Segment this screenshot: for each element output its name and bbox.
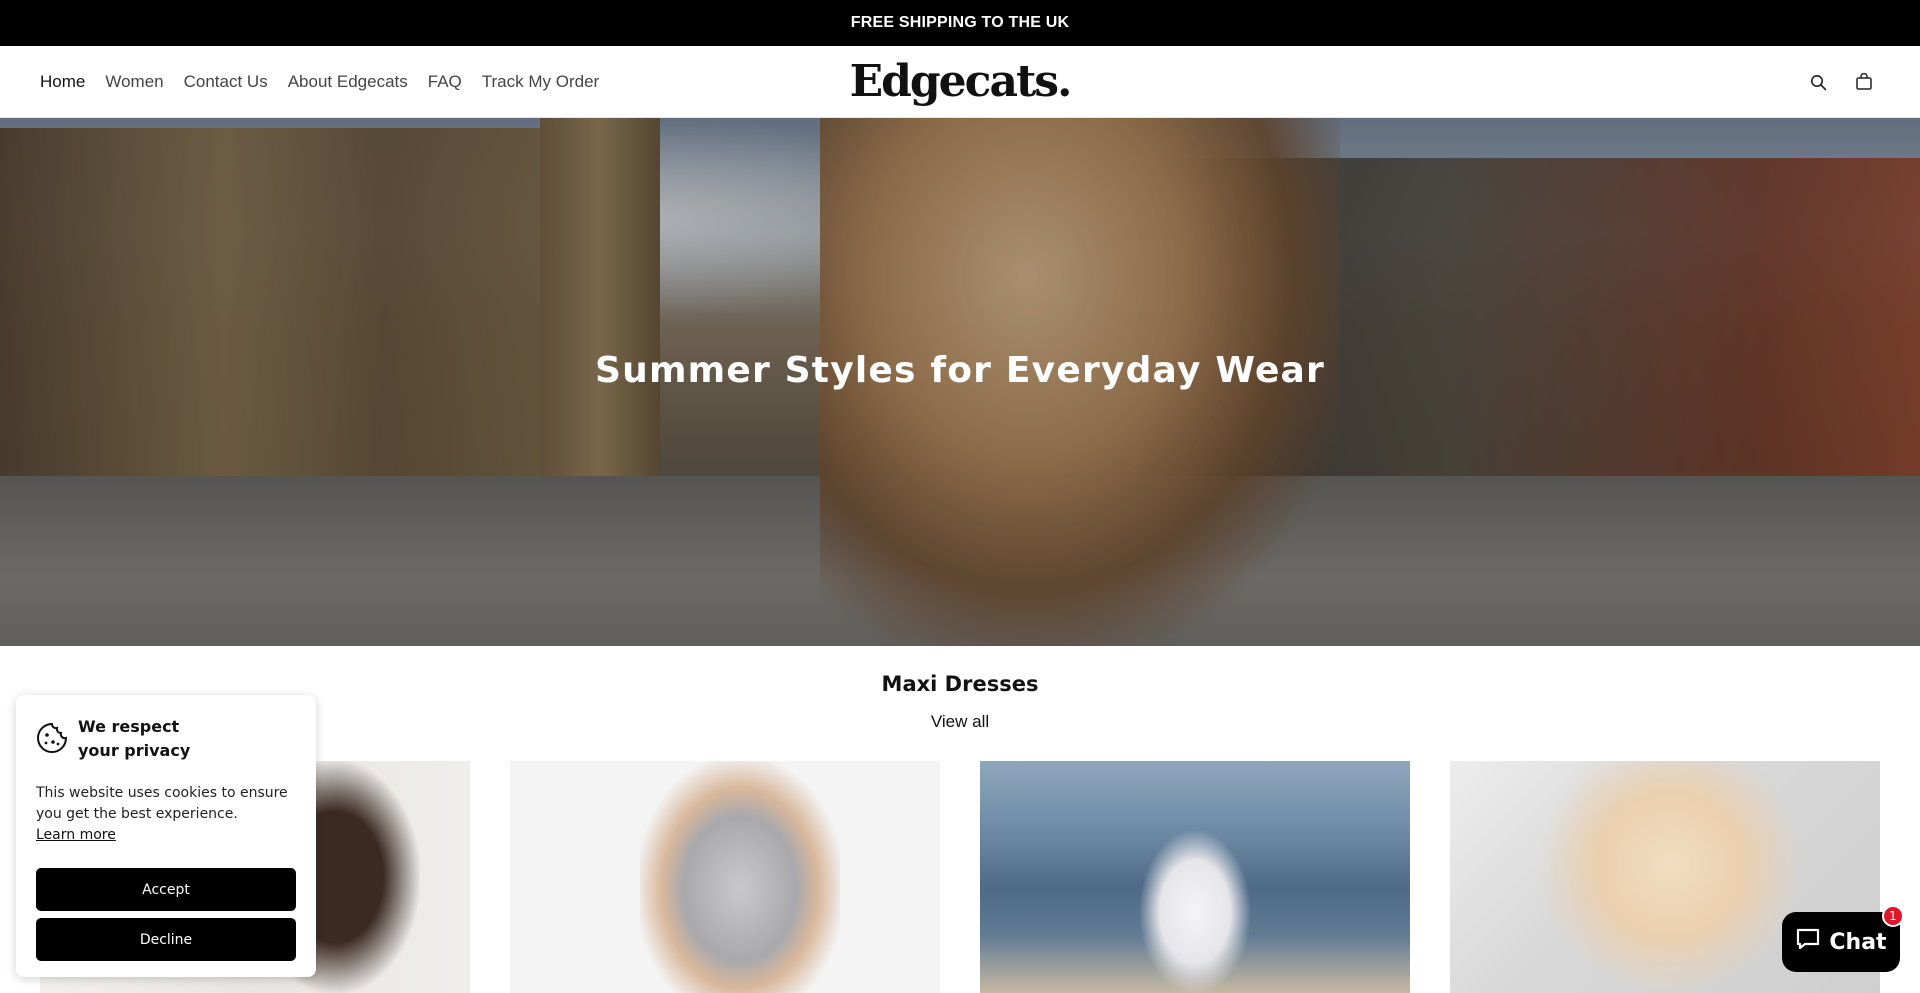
product-image[interactable] bbox=[980, 761, 1410, 993]
cookie-icon bbox=[36, 722, 68, 754]
cookie-banner: We respect your privacy This website use… bbox=[16, 695, 316, 977]
product-card[interactable] bbox=[980, 761, 1410, 993]
chat-notification-badge: 1 bbox=[1882, 905, 1904, 927]
accept-button[interactable]: Accept bbox=[36, 868, 296, 911]
cookie-header: We respect your privacy bbox=[36, 715, 296, 763]
hero-title: Summer Styles for Everyday Wear bbox=[594, 350, 1326, 391]
learn-more-link[interactable]: Learn more bbox=[36, 827, 116, 843]
view-all-link[interactable]: View all bbox=[931, 712, 989, 731]
nav-women[interactable]: Women bbox=[105, 72, 163, 92]
nav-contact-us[interactable]: Contact Us bbox=[184, 72, 268, 92]
chat-icon bbox=[1795, 927, 1821, 957]
product-image[interactable] bbox=[510, 761, 940, 993]
cookie-title-line1: We respect bbox=[78, 717, 180, 736]
product-card[interactable] bbox=[510, 761, 940, 993]
announcement-bar: FREE SHIPPING TO THE UK bbox=[0, 0, 1920, 46]
header-actions bbox=[1808, 46, 1874, 118]
product-grid bbox=[40, 761, 1880, 993]
decline-button[interactable]: Decline bbox=[36, 918, 296, 961]
announcement-text: FREE SHIPPING TO THE UK bbox=[850, 14, 1070, 31]
nav-about-edgecats[interactable]: About Edgecats bbox=[288, 72, 408, 92]
site-header: Home Women Contact Us About Edgecats FAQ… bbox=[0, 46, 1920, 118]
cookie-title: We respect your privacy bbox=[78, 715, 190, 763]
cookie-title-line2: your privacy bbox=[78, 741, 191, 760]
search-icon[interactable] bbox=[1808, 72, 1828, 92]
collection-title: Maxi Dresses bbox=[881, 672, 1039, 696]
cookie-text: This website uses cookies to ensure you … bbox=[36, 785, 288, 822]
main-nav: Home Women Contact Us About Edgecats FAQ… bbox=[40, 46, 619, 118]
nav-home[interactable]: Home bbox=[40, 72, 85, 92]
cart-icon[interactable] bbox=[1854, 72, 1874, 92]
cookie-message: This website uses cookies to ensure you … bbox=[36, 783, 296, 846]
nav-faq[interactable]: FAQ bbox=[428, 72, 462, 92]
hero-banner: Summer Styles for Everyday Wear bbox=[0, 118, 1920, 646]
nav-track-my-order[interactable]: Track My Order bbox=[482, 72, 599, 92]
chat-label: Chat bbox=[1829, 929, 1887, 955]
site-logo[interactable]: Edgecats. bbox=[850, 54, 1073, 110]
